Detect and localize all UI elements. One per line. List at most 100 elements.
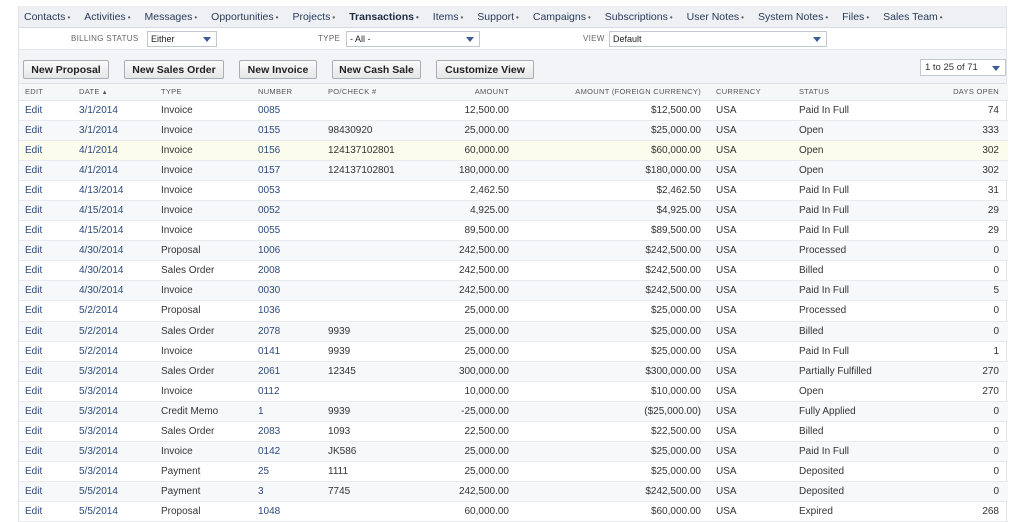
date-link[interactable]: 4/1/2014 <box>73 140 155 161</box>
number-link[interactable]: 0141 <box>252 341 322 362</box>
col-header-currency[interactable]: CURRENCY <box>710 84 793 101</box>
edit-link[interactable]: Edit <box>19 481 73 503</box>
table-row[interactable]: Edit 5/3/2014 Sales Order 2061 12345 300,000.… <box>19 361 1008 382</box>
edit-link[interactable]: Edit <box>19 140 73 161</box>
billing-status-select[interactable]: Either <box>147 31 217 47</box>
number-link[interactable]: 3 <box>252 481 322 503</box>
date-link[interactable]: 4/13/2014 <box>73 180 155 201</box>
table-row[interactable]: Edit 5/5/2014 Payment 3 7745 242,500.00 $242,5… <box>19 481 1008 503</box>
number-link[interactable]: 25 <box>252 461 322 483</box>
edit-link[interactable]: Edit <box>19 200 73 222</box>
col-header-date[interactable]: DATE ▲ <box>73 84 155 101</box>
date-link[interactable]: 3/1/2014 <box>73 120 155 141</box>
new-proposal-button[interactable]: New Proposal <box>23 60 109 79</box>
table-row[interactable]: Edit 5/3/2014 Payment 25 1111 25,000.00 $25,00… <box>19 461 1008 483</box>
date-link[interactable]: 4/15/2014 <box>73 220 155 242</box>
table-row[interactable]: Edit 5/5/2014 Proposal 1048 60,000.00 $60,000… <box>19 501 1008 522</box>
table-row[interactable]: Edit 4/15/2014 Invoice 0052 4,925.00 $4,925.0… <box>19 200 1008 222</box>
edit-link[interactable]: Edit <box>19 160 73 181</box>
nav-messages[interactable]: Messages • <box>145 11 198 23</box>
number-link[interactable]: 0157 <box>252 160 322 181</box>
date-link[interactable]: 4/30/2014 <box>73 240 155 262</box>
date-link[interactable]: 5/3/2014 <box>73 381 155 402</box>
date-link[interactable]: 5/3/2014 <box>73 461 155 483</box>
col-header-pocheck[interactable]: PO/CHECK # <box>322 84 412 101</box>
number-link[interactable]: 1048 <box>252 501 322 522</box>
edit-link[interactable]: Edit <box>19 381 73 402</box>
edit-link[interactable]: Edit <box>19 401 73 423</box>
col-header-edit[interactable]: EDIT <box>19 84 73 101</box>
edit-link[interactable]: Edit <box>19 240 73 262</box>
nav-transactions[interactable]: Transactions • <box>349 11 419 23</box>
nav-subscriptions[interactable]: Subscriptions • <box>605 11 673 23</box>
edit-link[interactable]: Edit <box>19 100 73 121</box>
nav-projects[interactable]: Projects • <box>292 11 335 23</box>
date-link[interactable]: 4/30/2014 <box>73 260 155 282</box>
col-header-days-open[interactable]: DAYS OPEN <box>927 84 1008 101</box>
number-link[interactable]: 0156 <box>252 140 322 161</box>
type-select[interactable]: - All - <box>346 31 480 47</box>
page-range-select[interactable]: 1 to 25 of 71 <box>920 59 1006 76</box>
date-link[interactable]: 4/1/2014 <box>73 160 155 181</box>
number-link[interactable]: 0085 <box>252 100 322 121</box>
table-row[interactable]: Edit 5/2/2014 Sales Order 2078 9939 25,000.00… <box>19 321 1008 342</box>
col-header-status[interactable]: STATUS <box>793 84 927 101</box>
nav-contacts[interactable]: Contacts • <box>24 11 70 23</box>
table-row[interactable]: Edit 5/3/2014 Invoice 0142 JK586 25,000.00 $25… <box>19 441 1008 463</box>
edit-link[interactable]: Edit <box>19 361 73 382</box>
table-row[interactable]: Edit 4/30/2014 Proposal 1006 242,500.00 $242,… <box>19 240 1008 262</box>
nav-files[interactable]: Files • <box>842 11 869 23</box>
date-link[interactable]: 4/15/2014 <box>73 200 155 222</box>
edit-link[interactable]: Edit <box>19 461 73 483</box>
edit-link[interactable]: Edit <box>19 260 73 282</box>
edit-link[interactable]: Edit <box>19 220 73 242</box>
date-link[interactable]: 5/3/2014 <box>73 401 155 423</box>
nav-user-notes[interactable]: User Notes • <box>687 11 744 23</box>
number-link[interactable]: 1 <box>252 401 322 423</box>
table-row[interactable]: Edit 5/3/2014 Sales Order 2083 1093 22,500.00… <box>19 421 1008 443</box>
number-link[interactable]: 0155 <box>252 120 322 141</box>
number-link[interactable]: 0112 <box>252 381 322 402</box>
date-link[interactable]: 5/5/2014 <box>73 501 155 522</box>
number-link[interactable]: 1036 <box>252 300 322 322</box>
edit-link[interactable]: Edit <box>19 280 73 302</box>
table-row[interactable]: Edit 4/13/2014 Invoice 0053 2,462.50 $2,462.5… <box>19 180 1008 201</box>
date-link[interactable]: 4/30/2014 <box>73 280 155 302</box>
nav-activities[interactable]: Activities • <box>84 11 130 23</box>
nav-sales-team[interactable]: Sales Team • <box>883 11 942 23</box>
table-row[interactable]: Edit 5/3/2014 Credit Memo 1 9939 -25,000.00 ($… <box>19 401 1008 423</box>
nav-system-notes[interactable]: System Notes • <box>758 11 828 23</box>
edit-link[interactable]: Edit <box>19 501 73 522</box>
number-link[interactable]: 1006 <box>252 240 322 262</box>
table-row[interactable]: Edit 4/30/2014 Sales Order 2008 242,500.00 $2… <box>19 260 1008 282</box>
number-link[interactable]: 0052 <box>252 200 322 222</box>
customize-view-button[interactable]: Customize View <box>436 60 534 79</box>
table-row[interactable]: Edit 5/3/2014 Invoice 0112 10,000.00 $10,000.… <box>19 381 1008 402</box>
new-invoice-button[interactable]: New Invoice <box>239 60 317 79</box>
view-select[interactable]: Default <box>609 31 827 47</box>
date-link[interactable]: 5/2/2014 <box>73 341 155 362</box>
table-row[interactable]: Edit 4/1/2014 Invoice 0157 124137102801 180,0… <box>19 160 1008 181</box>
nav-items[interactable]: Items • <box>433 11 463 23</box>
date-link[interactable]: 5/3/2014 <box>73 361 155 382</box>
date-link[interactable]: 3/1/2014 <box>73 100 155 121</box>
number-link[interactable]: 2083 <box>252 421 322 443</box>
edit-link[interactable]: Edit <box>19 441 73 463</box>
table-row[interactable]: Edit 3/1/2014 Invoice 0085 12,500.00 $12,500.… <box>19 100 1008 121</box>
table-row[interactable]: Edit 4/15/2014 Invoice 0055 89,500.00 $89,500… <box>19 220 1008 242</box>
edit-link[interactable]: Edit <box>19 341 73 362</box>
number-link[interactable]: 0142 <box>252 441 322 463</box>
number-link[interactable]: 0053 <box>252 180 322 201</box>
edit-link[interactable]: Edit <box>19 120 73 141</box>
edit-link[interactable]: Edit <box>19 300 73 322</box>
col-header-type[interactable]: TYPE <box>155 84 252 101</box>
table-row[interactable]: Edit 5/2/2014 Invoice 0141 9939 25,000.00 $25,… <box>19 341 1008 362</box>
edit-link[interactable]: Edit <box>19 321 73 342</box>
number-link[interactable]: 2008 <box>252 260 322 282</box>
nav-opportunities[interactable]: Opportunities • <box>211 11 278 23</box>
number-link[interactable]: 2061 <box>252 361 322 382</box>
col-header-amount-foreign[interactable]: AMOUNT (FOREIGN CURRENCY) <box>518 84 710 101</box>
col-header-number[interactable]: NUMBER <box>252 84 322 101</box>
number-link[interactable]: 0030 <box>252 280 322 302</box>
col-header-amount[interactable]: AMOUNT <box>412 84 518 101</box>
